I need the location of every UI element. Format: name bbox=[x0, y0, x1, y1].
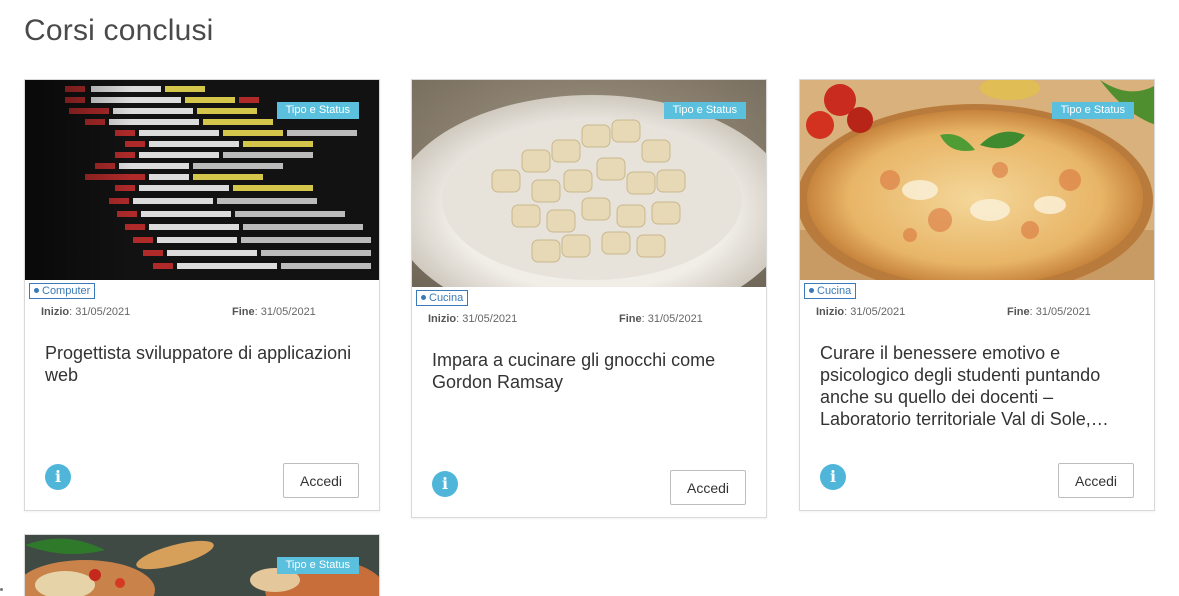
status-badge: Tipo e Status bbox=[1051, 102, 1134, 119]
start-date: Inizio: 31/05/2021 bbox=[816, 306, 906, 318]
category-badge: Cucina bbox=[416, 290, 469, 306]
access-button[interactable]: Accedi bbox=[670, 470, 746, 505]
status-badge: Tipo e Status bbox=[663, 102, 746, 119]
page-title: Corsi conclusi bbox=[24, 14, 214, 47]
course-image[interactable]: Tipo e Status bbox=[412, 80, 766, 287]
dot-icon bbox=[421, 295, 426, 300]
category-badge: Computer bbox=[29, 283, 96, 299]
course-title[interactable]: Impara a cucinare gli gnocchi come Gordo… bbox=[432, 349, 748, 393]
category-badge: Cucina bbox=[804, 283, 857, 299]
info-icon[interactable]: i bbox=[432, 471, 458, 497]
dot-icon bbox=[34, 288, 39, 293]
category-label: Cucina bbox=[429, 292, 464, 304]
course-image[interactable]: Tipo e Status bbox=[25, 535, 379, 596]
course-image[interactable]: Tipo e Status bbox=[25, 80, 379, 280]
course-card: Tipo e Status Cucina Inizio: 31/05/2021 … bbox=[799, 79, 1155, 511]
end-date: Fine: 31/05/2021 bbox=[232, 306, 316, 318]
course-card: Tipo e Status Computer Inizio: 31/05/202… bbox=[24, 79, 380, 511]
course-card: Tipo e Status bbox=[24, 534, 380, 596]
course-image[interactable]: Tipo e Status bbox=[800, 80, 1154, 280]
course-title[interactable]: Progettista sviluppatore di applicazioni… bbox=[45, 342, 361, 386]
course-card: Tipo e Status Cucina Inizio: 31/05/2021 … bbox=[411, 79, 767, 518]
category-label: Cucina bbox=[817, 285, 852, 297]
end-date: Fine: 31/05/2021 bbox=[1007, 306, 1091, 318]
category-label: Computer bbox=[42, 285, 91, 297]
start-date: Inizio: 31/05/2021 bbox=[428, 313, 518, 325]
status-badge: Tipo e Status bbox=[276, 102, 359, 119]
end-date: Fine: 31/05/2021 bbox=[619, 313, 703, 325]
status-badge: Tipo e Status bbox=[276, 557, 359, 574]
info-icon[interactable]: i bbox=[45, 464, 71, 490]
start-date: Inizio: 31/05/2021 bbox=[41, 306, 131, 318]
access-button[interactable]: Accedi bbox=[283, 463, 359, 498]
access-button[interactable]: Accedi bbox=[1058, 463, 1134, 498]
dot-icon bbox=[809, 288, 814, 293]
page-edge-mark bbox=[0, 588, 3, 591]
course-title[interactable]: Curare il benessere emotivo e psicologic… bbox=[820, 342, 1136, 430]
info-icon[interactable]: i bbox=[820, 464, 846, 490]
